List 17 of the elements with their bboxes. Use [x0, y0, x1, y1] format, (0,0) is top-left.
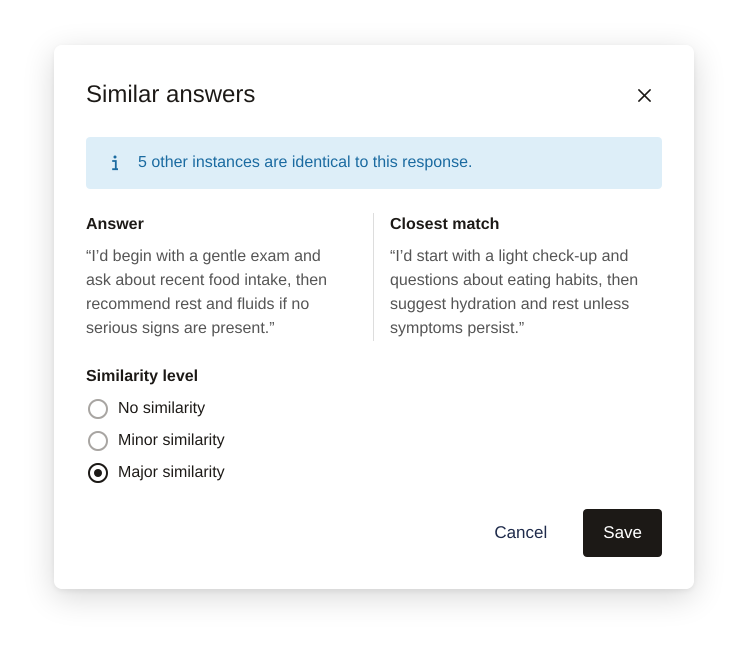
radio-button[interactable] — [88, 431, 108, 451]
info-icon — [111, 155, 119, 171]
column-heading: Closest match — [390, 215, 500, 235]
radio-button[interactable] — [88, 399, 108, 419]
cancel-button[interactable]: Cancel — [478, 509, 564, 557]
radio-label[interactable]: No similarity — [118, 397, 206, 421]
radio-button[interactable] — [88, 463, 108, 483]
close-icon — [638, 88, 650, 102]
dialog-title: Similar answers — [86, 80, 256, 110]
banner-message: 5 other instances are identical to this response. — [138, 153, 472, 173]
answer-quote: “I’d begin with a gentle exam and ask about recent food intake, then recommend rest and fluids if no serious signs are present.” — [86, 247, 328, 339]
column-heading: Answer — [86, 215, 145, 235]
answer-quote: “I’d start with a light check-up and questions about eating habits, then suggest hydration and rest unless symptoms persist.” — [390, 247, 640, 339]
similarity-label: Similarity level — [86, 367, 200, 387]
radio-label[interactable]: Major similarity — [118, 461, 225, 485]
save-button[interactable]: Save — [583, 509, 662, 557]
radio-label[interactable]: Minor similarity — [118, 429, 225, 453]
